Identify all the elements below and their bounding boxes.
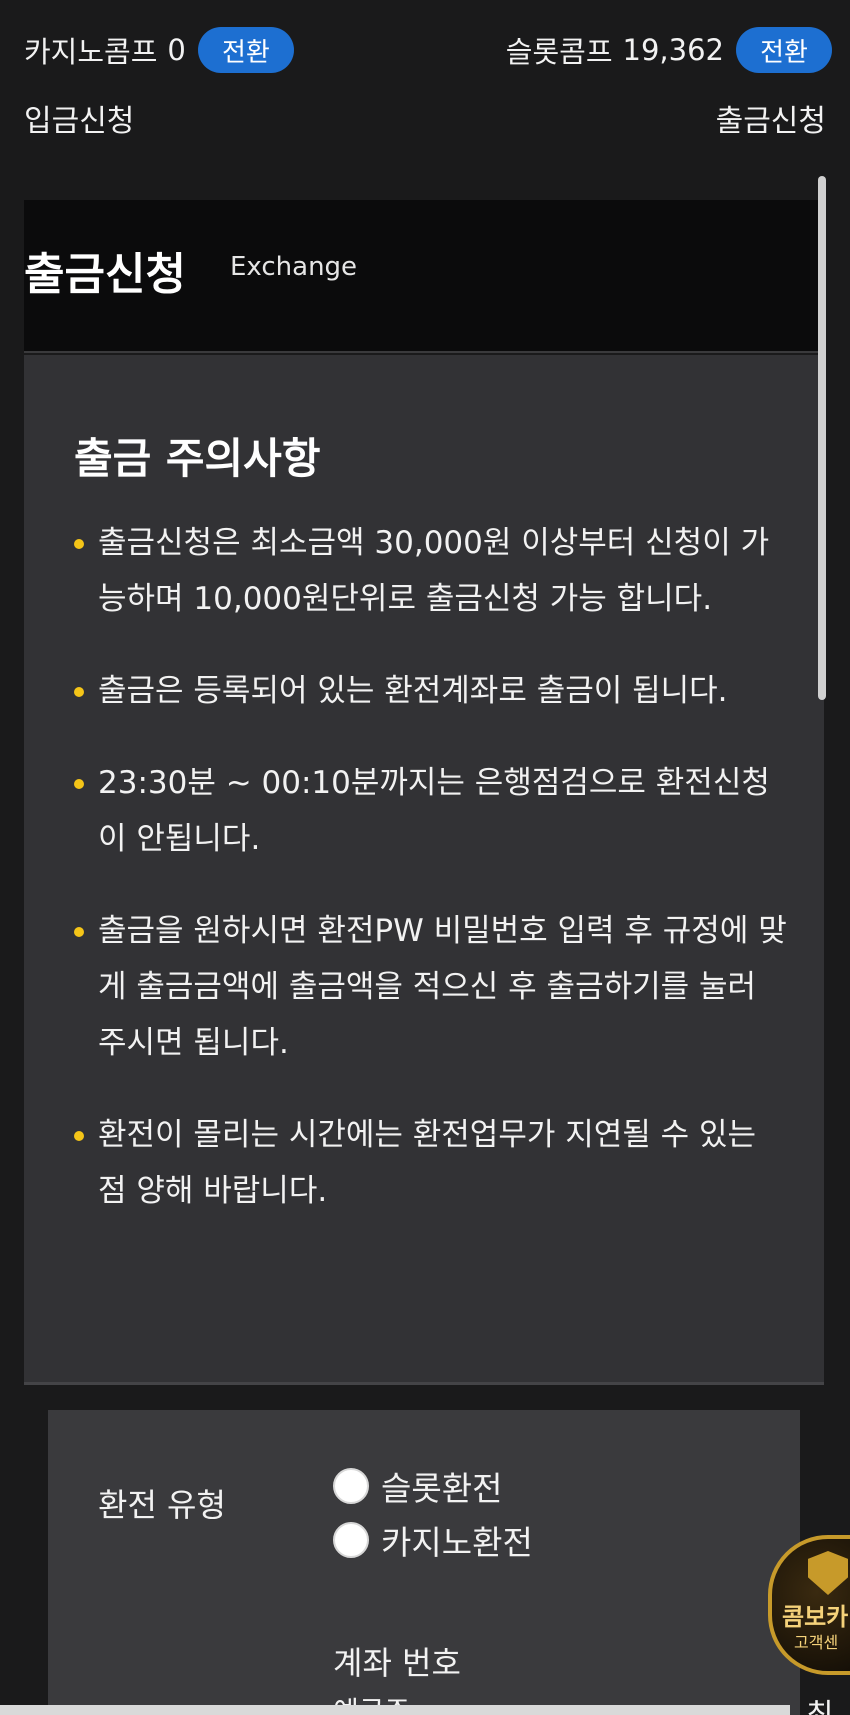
list-item: 출금신청은 최소금액 30,000원 이상부터 신청이 가능하며 10,000원… [74,515,794,627]
bottom-right-label: 최 [806,1690,834,1715]
bullet-icon [74,927,84,937]
casino-comp-switch-button[interactable]: 전환 [197,27,294,73]
support-badge-text: 콤보카 [782,1603,849,1631]
bullet-icon [74,539,84,549]
withdraw-notice: 출금 주의사항 출금신청은 최소금액 30,000원 이상부터 신청이 가능하며… [24,355,824,1385]
account-number-label: 계좌 번호 [333,1644,461,1682]
page-header: 출금신청 Exchange [24,200,819,353]
casino-comp-value: 0 [167,33,186,67]
bullet-icon [74,1131,84,1141]
slot-comp: 슬롯콤프 19,362 전환 [506,26,832,74]
exchange-type-label: 환전 유형 [98,1486,226,1524]
radio-circle-icon[interactable] [333,1522,369,1558]
notice-title: 출금 주의사항 [74,434,321,483]
list-item: 환전이 몰리는 시간에는 환전업무가 지연될 수 있는 점 양해 바랍니다. [74,1107,794,1219]
notice-text: 출금을 원하시면 환전PW 비밀번호 입력 후 규정에 맞게 출금금액에 출금액… [98,913,787,1061]
notice-text: 출금신청은 최소금액 30,000원 이상부터 신청이 가능하며 10,000원… [98,525,770,617]
shield-icon [808,1551,848,1595]
radio-label: 카지노환전 [381,1523,533,1562]
radio-casino-exchange[interactable]: 카지노환전 [333,1516,533,1564]
page-title: 출금신청 [24,249,186,300]
withdraw-request-link[interactable]: 출금신청 [716,96,826,140]
scrollbar[interactable] [818,176,826,700]
casino-comp: 카지노콤프 0 전환 [24,26,294,74]
list-item: 출금은 등록되어 있는 환전계좌로 출금이 됩니다. [74,663,794,719]
notice-text: 출금은 등록되어 있는 환전계좌로 출금이 됩니다. [98,673,728,709]
bottom-bar [0,1705,790,1715]
support-badge-sub: 고객센 [794,1633,839,1652]
notice-text: 환전이 몰리는 시간에는 환전업무가 지연될 수 있는 점 양해 바랍니다. [98,1117,757,1209]
notice-list: 출금신청은 최소금액 30,000원 이상부터 신청이 가능하며 10,000원… [74,515,794,1255]
radio-circle-icon[interactable] [333,1468,369,1504]
list-item: 출금을 원하시면 환전PW 비밀번호 입력 후 규정에 맞게 출금금액에 출금액… [74,903,794,1071]
slot-comp-switch-button[interactable]: 전환 [736,27,832,73]
deposit-request-link[interactable]: 입금신청 [24,96,134,140]
casino-comp-label: 카지노콤프 [24,35,158,69]
top-bar: 카지노콤프 0 전환 슬롯콤프 19,362 전환 입금신청 출금신청 [0,0,850,170]
radio-slot-exchange[interactable]: 슬롯환전 [333,1462,502,1510]
notice-text: 23:30분 ~ 00:10분까지는 은행점검으로 환전신청이 안됩니다. [98,765,770,857]
slot-comp-label: 슬롯콤프 [505,35,613,69]
slot-comp-value: 19,362 [622,33,724,67]
bullet-icon [74,687,84,697]
bullet-icon [74,779,84,789]
withdraw-form: 환전 유형 슬롯환전 카지노환전 계좌 번호 예금주 [48,1410,800,1715]
radio-label: 슬롯환전 [381,1469,503,1508]
page-subtitle: Exchange [230,252,358,282]
list-item: 23:30분 ~ 00:10분까지는 은행점검으로 환전신청이 안됩니다. [74,755,794,867]
